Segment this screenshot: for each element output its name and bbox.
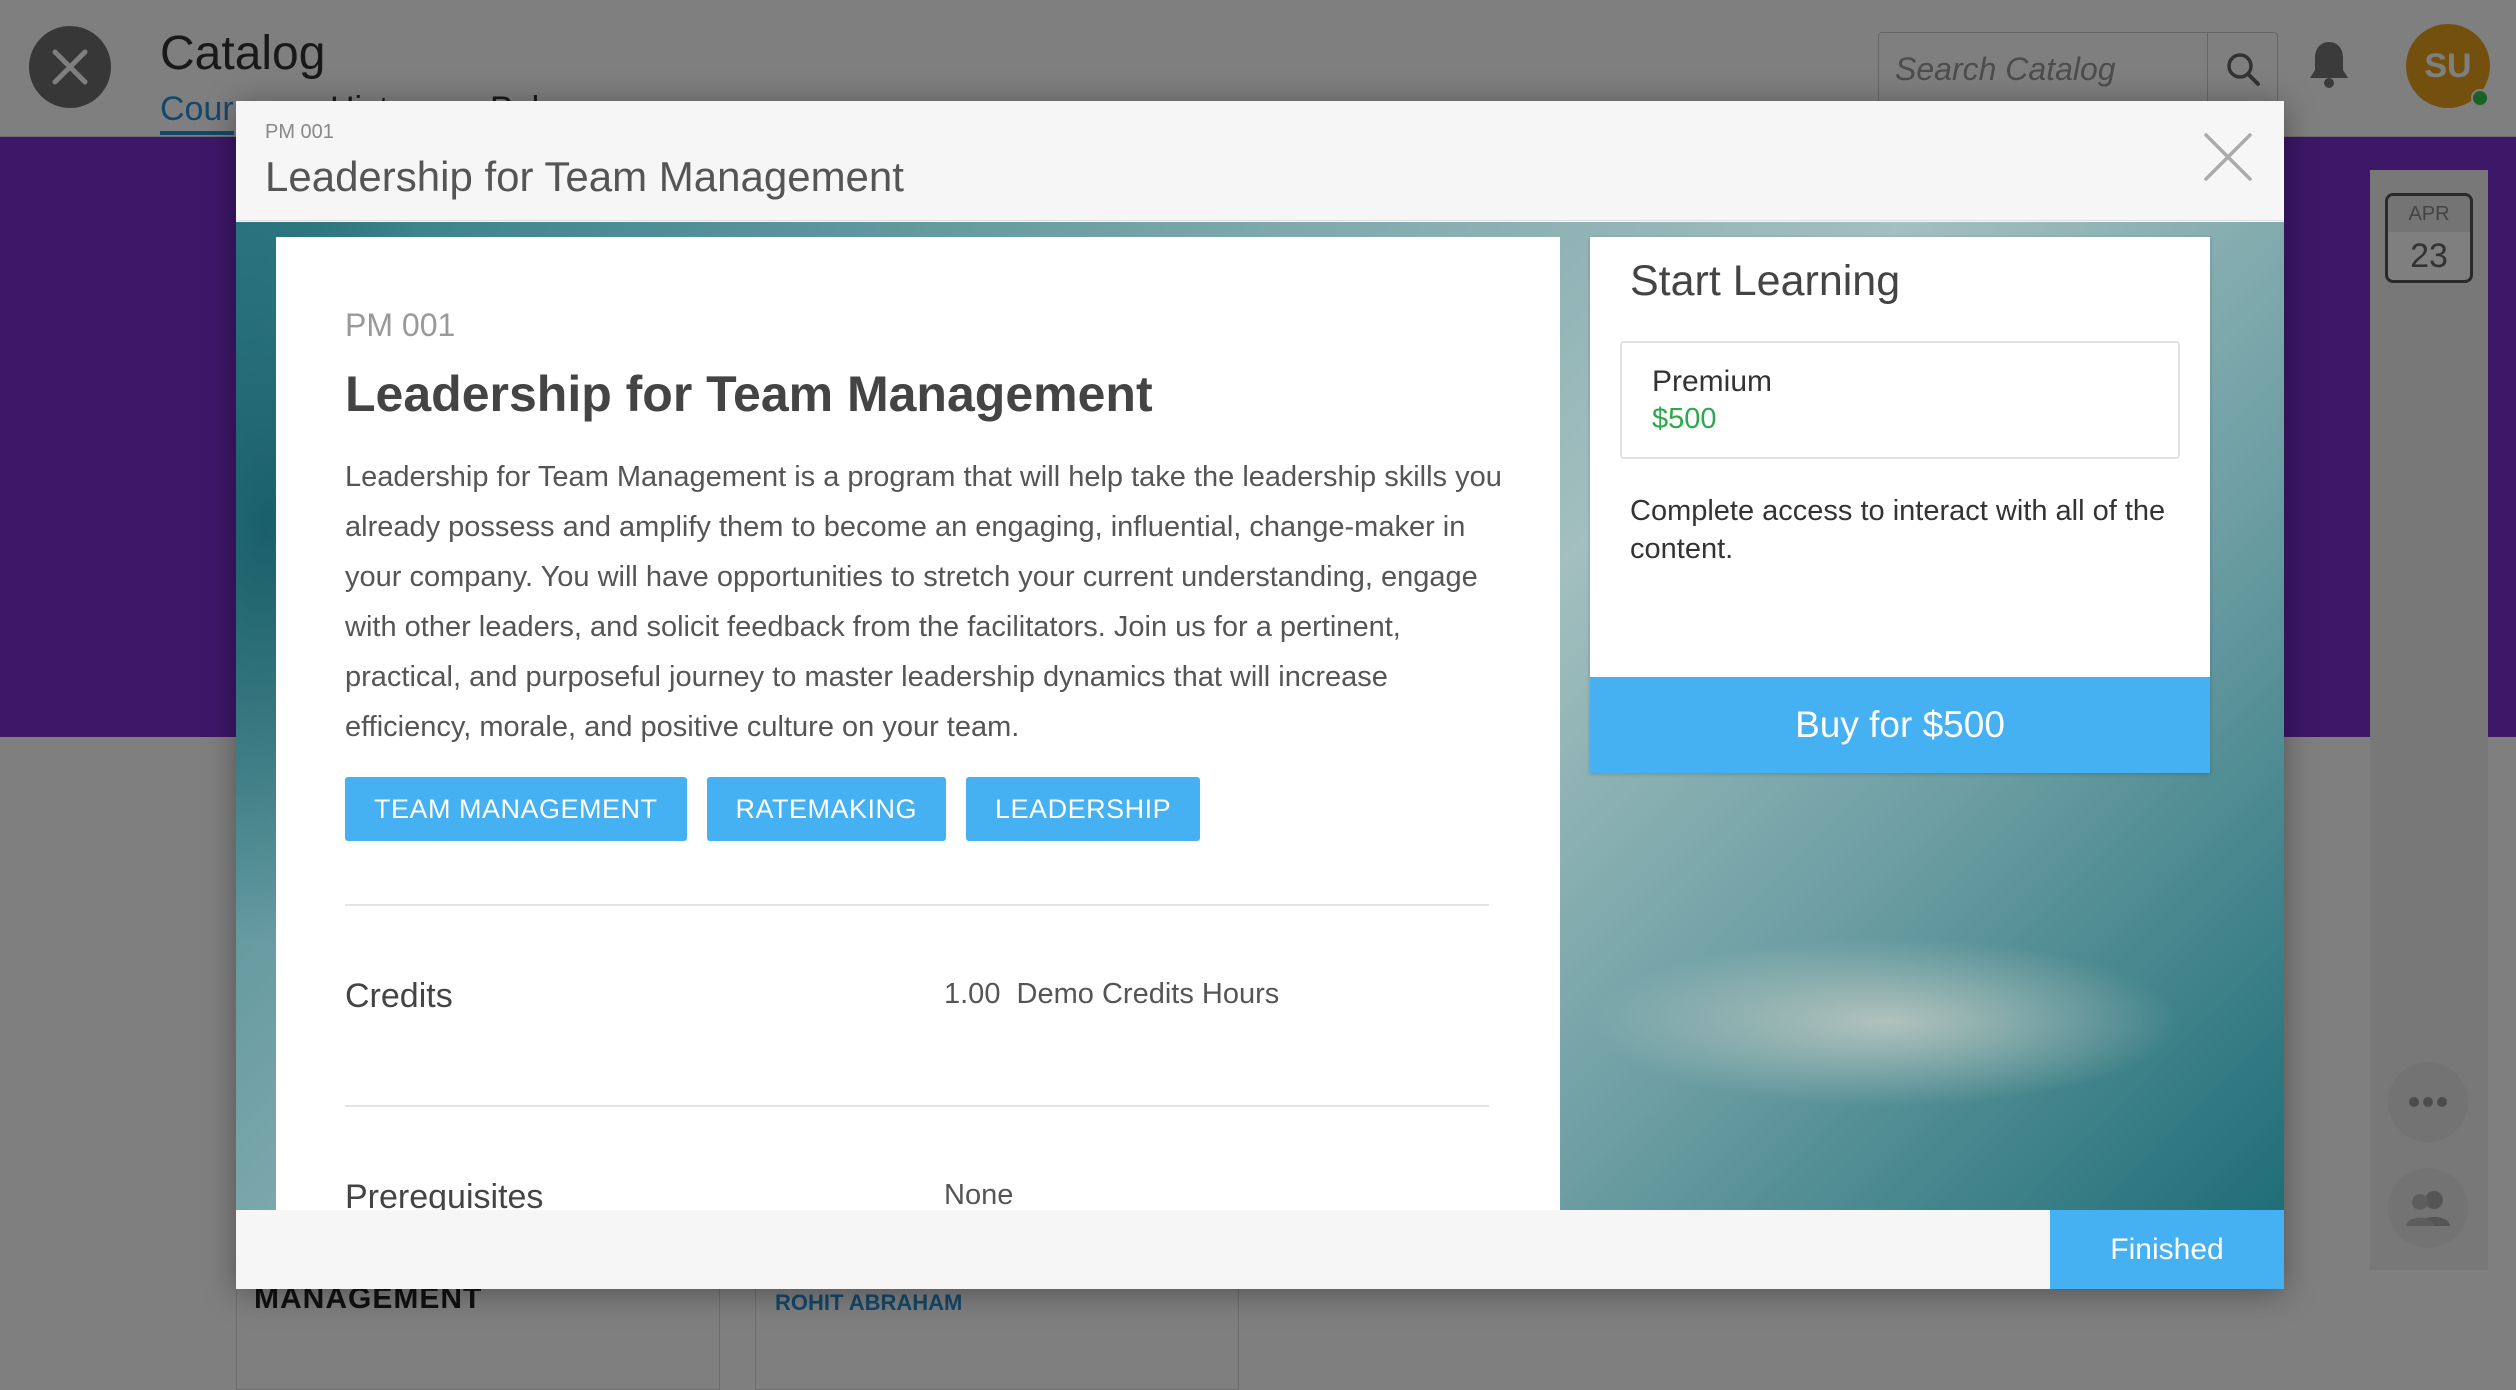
buy-button[interactable]: Buy for $500 — [1590, 677, 2210, 773]
finished-button[interactable]: Finished — [2050, 1210, 2284, 1289]
credits-value: 1.00 Demo Credits Hours — [944, 978, 1280, 1010]
start-learning-title: Start Learning — [1630, 257, 1901, 305]
tag-list: TEAM MANAGEMENT RATEMAKING LEADERSHIP — [345, 777, 1201, 841]
tag-leadership[interactable]: LEADERSHIP — [966, 777, 1201, 841]
course-code: PM 001 — [345, 307, 456, 343]
close-icon[interactable] — [2202, 131, 2254, 183]
course-description: Leadership for Team Management is a prog… — [345, 461, 1502, 743]
tag-team-management[interactable]: TEAM MANAGEMENT — [345, 777, 687, 841]
modal-header: PM 001 Leadership for Team Management — [236, 101, 2284, 221]
modal-footer: Finished — [236, 1210, 2284, 1289]
start-learning-card: Start Learning Premium $500 Complete acc… — [1590, 237, 2210, 773]
course-title: Leadership for Team Management — [345, 366, 1153, 422]
tag-ratemaking[interactable]: RATEMAKING — [706, 777, 947, 841]
prerequisites-value: None — [944, 1179, 1014, 1210]
course-modal: PM 001 Leadership for Team Management PM… — [236, 101, 2284, 1289]
modal-title: Leadership for Team Management — [265, 153, 904, 200]
plan-price: $500 — [1652, 403, 1717, 435]
modal-course-code: PM 001 — [265, 121, 334, 143]
credits-label: Credits — [345, 977, 453, 1015]
divider — [345, 1105, 1489, 1107]
modal-body: PM 001 Leadership for Team Management Le… — [236, 222, 2284, 1210]
divider — [345, 904, 1489, 906]
premium-plan-option[interactable]: Premium $500 — [1620, 341, 2180, 459]
plan-name: Premium — [1652, 365, 1773, 398]
plan-description: Complete access to interact with all of … — [1630, 495, 2166, 565]
course-details-card: PM 001 Leadership for Team Management Le… — [276, 237, 1560, 1210]
prerequisites-label: Prerequisites — [345, 1178, 544, 1210]
